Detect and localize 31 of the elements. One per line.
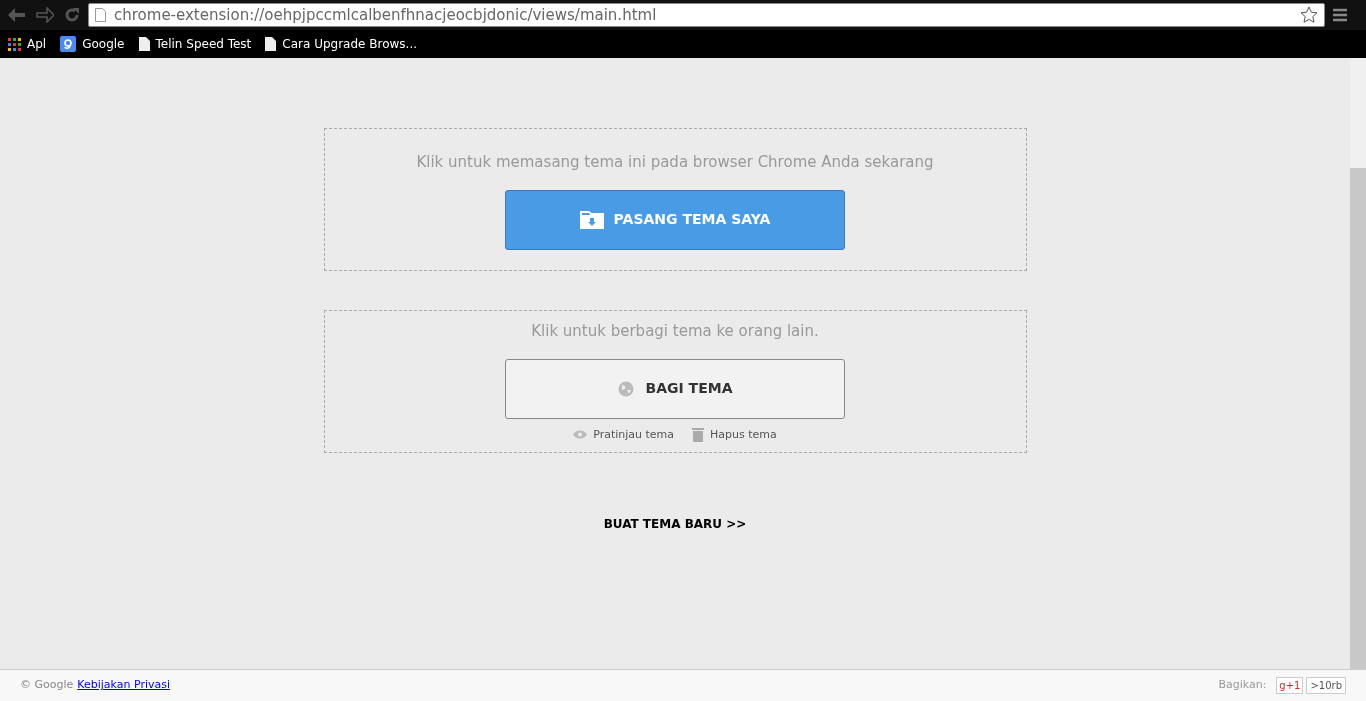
share-prompt: Klik untuk berbagi tema ke orang lain. (531, 321, 819, 342)
page-icon (95, 8, 106, 22)
install-prompt: Klik untuk memasang tema ini pada browser Chrome Anda sekarang (416, 152, 934, 173)
share-count: >10rb (1306, 677, 1346, 694)
trash-icon (692, 427, 705, 443)
bookmark[interactable]: Cara Upgrade Brows... (265, 35, 418, 53)
scrollbar[interactable] (1350, 58, 1366, 669)
share-button[interactable]: BAGI TEMA (505, 358, 845, 419)
star-icon[interactable] (1300, 6, 1318, 24)
copyright-text: © Google (20, 677, 74, 694)
apps-grid-icon (8, 37, 21, 51)
create-theme-link[interactable]: BUAT TEMA BARU >> (603, 515, 747, 533)
url-text: chrome-extension://oehpjpccmlcalbenfhnacjeocbjdonic/views/main.html (114, 4, 657, 26)
address-bar[interactable]: chrome-extension://oehpjpccmlcalbenfhnacjeocbjdonic/views/main.html (88, 3, 1325, 27)
forward-icon[interactable] (36, 7, 54, 23)
eye-icon (573, 430, 588, 440)
back-icon[interactable] (8, 7, 26, 23)
delete-theme-link[interactable]: Hapus tema (692, 426, 777, 443)
page-icon (138, 37, 150, 51)
bookmark[interactable]: Telin Speed Test (138, 35, 252, 53)
bookmark[interactable]: Apl (8, 35, 47, 53)
folder-download-icon (579, 210, 604, 229)
privacy-link[interactable]: Kebijakan Privasi (77, 677, 170, 694)
google-plus-button[interactable]: g+1 (1276, 677, 1304, 694)
google-icon (60, 36, 77, 52)
share-label: Bagikan: (1218, 677, 1267, 694)
preview-theme-link[interactable]: Pratinjau tema (573, 426, 675, 443)
menu-icon[interactable] (1333, 8, 1347, 22)
page-icon (265, 37, 277, 51)
reload-icon[interactable] (64, 7, 80, 23)
bookmark[interactable]: Google (60, 35, 125, 53)
